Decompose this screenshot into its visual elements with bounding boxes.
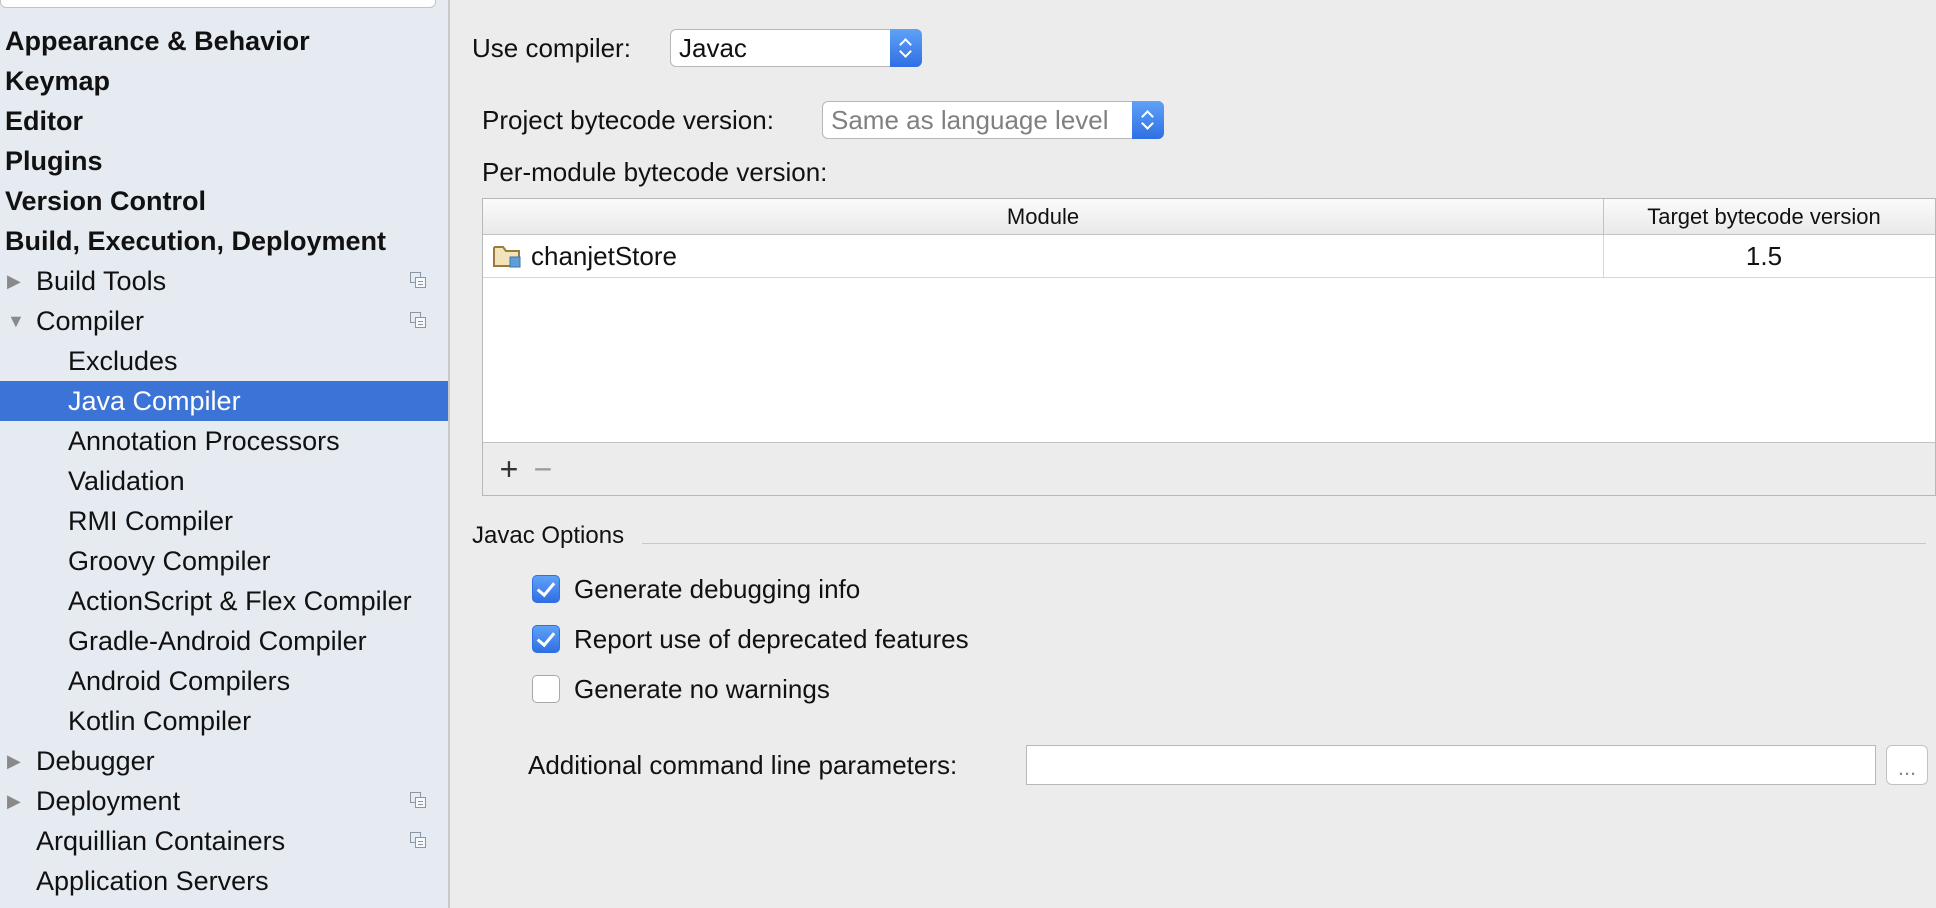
sidebar-item-label: Java Compiler: [68, 386, 241, 416]
sidebar-item-label: Gradle-Android Compiler: [68, 626, 367, 656]
generate-no-warnings-label[interactable]: Generate no warnings: [574, 674, 830, 704]
report-deprecated-checkbox[interactable]: [532, 625, 560, 653]
module-cell[interactable]: chanjetStore: [483, 235, 1604, 277]
javac-options-title: Javac Options: [472, 522, 625, 549]
sidebar-item-label: Compiler: [36, 306, 145, 336]
sidebar-item-arquillian-containers[interactable]: Arquillian Containers: [0, 821, 448, 861]
sidebar-item-application-servers[interactable]: Application Servers: [0, 861, 448, 901]
sidebar-item-label: Arquillian Containers: [36, 826, 286, 856]
sidebar-item-keymap[interactable]: Keymap: [0, 61, 448, 101]
table-header: Module Target bytecode version: [483, 199, 1935, 235]
sidebar-item-appearance-behavior[interactable]: Appearance & Behavior: [0, 21, 448, 61]
sidebar-item-label: Build Tools: [36, 266, 167, 296]
sidebar-item-label: RMI Compiler: [68, 506, 234, 536]
module-folder-icon: [493, 246, 521, 268]
use-compiler-select[interactable]: Javac: [670, 29, 922, 67]
table-toolbar: + −: [483, 442, 1935, 495]
use-compiler-value: Javac: [679, 33, 747, 63]
table-row[interactable]: chanjetStore 1.5: [483, 235, 1935, 278]
project-bytecode-label: Project bytecode version:: [482, 105, 774, 135]
sidebar-item-label: Version Control: [5, 186, 207, 216]
sidebar-item-label: Keymap: [5, 66, 111, 96]
sidebar-item-label: Groovy Compiler: [68, 546, 271, 576]
additional-params-input[interactable]: [1026, 745, 1876, 785]
sidebar-item-excludes[interactable]: Excludes: [0, 341, 448, 381]
generate-debugging-info-label[interactable]: Generate debugging info: [574, 574, 860, 604]
triangle-right-icon[interactable]: ▶: [7, 741, 21, 781]
sidebar-item-label: Application Servers: [36, 866, 269, 896]
sidebar-item-label: Validation: [68, 466, 185, 496]
sidebar-item-kotlin-compiler[interactable]: Kotlin Compiler: [0, 701, 448, 741]
sidebar-item-label: Debugger: [36, 746, 155, 776]
copy-icon: [410, 792, 428, 810]
sidebar-item-label: Android Compilers: [68, 666, 291, 696]
triangle-right-icon[interactable]: ▶: [7, 261, 21, 301]
sidebar-item-rmi-compiler[interactable]: RMI Compiler: [0, 501, 448, 541]
sidebar-item-label: Editor: [5, 106, 83, 136]
settings-search-input[interactable]: [0, 0, 436, 8]
sidebar-item-label: Annotation Processors: [68, 426, 340, 456]
sidebar-item-label: Deployment: [36, 786, 181, 816]
sidebar-item-build-tools[interactable]: ▶ Build Tools: [0, 261, 448, 301]
add-module-button[interactable]: +: [493, 453, 525, 485]
sidebar-item-debugger[interactable]: ▶ Debugger: [0, 741, 448, 781]
sidebar-item-label: Plugins: [5, 146, 103, 176]
sidebar-item-label: Kotlin Compiler: [68, 706, 252, 736]
sidebar-item-label: Excludes: [68, 346, 178, 376]
generate-no-warnings-checkbox[interactable]: [532, 675, 560, 703]
additional-params-label: Additional command line parameters:: [528, 750, 958, 780]
use-compiler-label: Use compiler:: [472, 33, 631, 63]
remove-module-button[interactable]: −: [527, 453, 559, 485]
sidebar-item-plugins[interactable]: Plugins: [0, 141, 448, 181]
sidebar-item-android-compilers[interactable]: Android Compilers: [0, 661, 448, 701]
sidebar-item-java-compiler[interactable]: Java Compiler: [0, 381, 448, 421]
sidebar-item-gradle-android-compiler[interactable]: Gradle-Android Compiler: [0, 621, 448, 661]
sidebar-item-label: Appearance & Behavior: [5, 26, 310, 56]
chevron-up-down-icon[interactable]: [890, 29, 922, 67]
module-name: chanjetStore: [531, 241, 677, 271]
sidebar-item-editor[interactable]: Editor: [0, 101, 448, 141]
project-bytecode-select[interactable]: Same as language level: [822, 101, 1164, 139]
chevron-up-down-icon[interactable]: [1132, 101, 1164, 139]
copy-icon: [410, 312, 428, 330]
group-divider: [642, 543, 1926, 544]
column-header-target-bytecode[interactable]: Target bytecode version: [1604, 199, 1924, 234]
sidebar-item-version-control[interactable]: Version Control: [0, 181, 448, 221]
copy-icon: [410, 272, 428, 290]
sidebar-item-build-execution-deployment[interactable]: Build, Execution, Deployment: [0, 221, 448, 261]
sidebar-item-deployment[interactable]: ▶ Deployment: [0, 781, 448, 821]
settings-sidebar: Appearance & Behavior Keymap Editor Plug…: [0, 0, 450, 908]
browse-button[interactable]: ...: [1886, 745, 1928, 785]
sidebar-item-groovy-compiler[interactable]: Groovy Compiler: [0, 541, 448, 581]
settings-tree: Appearance & Behavior Keymap Editor Plug…: [0, 21, 448, 901]
check-icon: [536, 577, 556, 598]
check-icon: [536, 627, 556, 648]
sidebar-item-actionscript-flex-compiler[interactable]: ActionScript & Flex Compiler: [0, 581, 448, 621]
copy-icon: [410, 832, 428, 850]
per-module-label: Per-module bytecode version:: [482, 157, 828, 187]
target-bytecode-cell[interactable]: 1.5: [1604, 235, 1924, 277]
generate-debugging-info-checkbox[interactable]: [532, 575, 560, 603]
sidebar-item-label: ActionScript & Flex Compiler: [68, 586, 412, 616]
sidebar-item-label: Build, Execution, Deployment: [5, 226, 387, 256]
sidebar-item-validation[interactable]: Validation: [0, 461, 448, 501]
triangle-down-icon[interactable]: ▼: [7, 301, 25, 341]
project-bytecode-value: Same as language level: [831, 105, 1109, 135]
java-compiler-panel: Use compiler: Javac Project bytecode ver…: [452, 0, 1936, 908]
sidebar-item-compiler[interactable]: ▼ Compiler: [0, 301, 448, 341]
module-bytecode-table: Module Target bytecode version chanjetSt…: [482, 198, 1936, 496]
triangle-right-icon[interactable]: ▶: [7, 781, 21, 821]
column-header-module[interactable]: Module: [483, 199, 1604, 234]
report-deprecated-label[interactable]: Report use of deprecated features: [574, 624, 969, 654]
sidebar-item-annotation-processors[interactable]: Annotation Processors: [0, 421, 448, 461]
